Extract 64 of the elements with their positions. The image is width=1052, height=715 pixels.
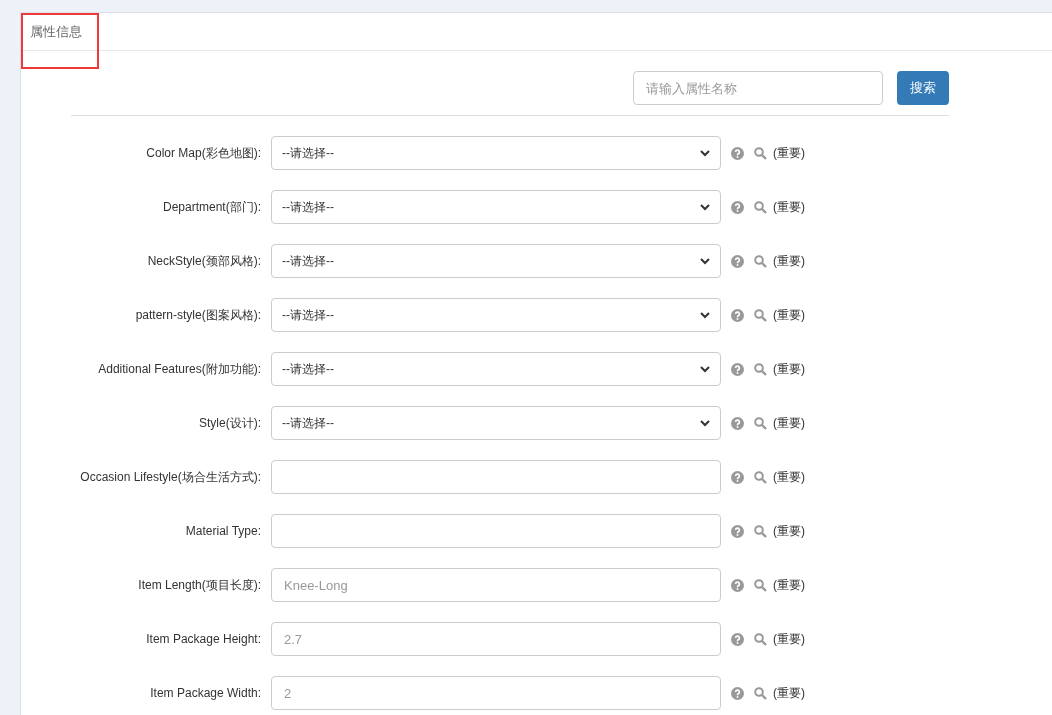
help-icon[interactable] [731, 362, 744, 376]
importance-note: (重要) [773, 361, 805, 378]
importance-note: (重要) [773, 577, 805, 594]
search-icon[interactable] [754, 362, 767, 376]
search-icon[interactable] [754, 578, 767, 592]
field-label: Additional Features(附加功能): [97, 361, 262, 378]
input-field[interactable] [271, 514, 721, 548]
input-field[interactable]: 2 [271, 676, 721, 710]
search-icon[interactable] [754, 254, 767, 268]
field-label: Material Type: [184, 523, 262, 540]
search-icon[interactable] [754, 308, 767, 322]
importance-note: (重要) [773, 199, 805, 216]
help-icon[interactable] [731, 308, 744, 322]
importance-note: (重要) [773, 253, 805, 270]
help-icon[interactable] [731, 524, 744, 538]
field-label: Style(设计): [198, 415, 262, 432]
chevron-down-icon [700, 257, 710, 265]
chevron-down-icon [700, 203, 710, 211]
field-label: Occasion Lifestyle(场合生活方式): [79, 469, 262, 486]
search-icon[interactable] [754, 146, 767, 160]
search-icon[interactable] [754, 200, 767, 214]
dropdown[interactable]: --请选择-- [271, 352, 721, 386]
search-icon[interactable] [754, 524, 767, 538]
input-field[interactable] [271, 460, 721, 494]
input-field[interactable]: Knee-Long [271, 568, 721, 602]
importance-note: (重要) [773, 631, 805, 648]
help-icon[interactable] [731, 632, 744, 646]
search-field[interactable]: 请输入属性名称 [633, 71, 883, 105]
field-label: pattern-style(图案风格): [134, 307, 262, 324]
chevron-down-icon [700, 419, 710, 427]
panel-title: 属性信息 [30, 22, 82, 41]
importance-note: (重要) [773, 469, 805, 486]
input-field[interactable]: 2.7 [271, 622, 721, 656]
dropdown[interactable]: --请选择-- [271, 190, 721, 224]
help-icon[interactable] [731, 578, 744, 592]
help-icon[interactable] [731, 416, 744, 430]
importance-note: (重要) [773, 307, 805, 324]
search-icon[interactable] [754, 416, 767, 430]
search-button[interactable]: 搜索 [897, 71, 949, 105]
field-label: Item Length(项目长度): [137, 577, 262, 594]
dropdown[interactable]: --请选择-- [271, 406, 721, 440]
search-icon[interactable] [754, 470, 767, 484]
dropdown[interactable]: --请选择-- [271, 136, 721, 170]
help-icon[interactable] [731, 686, 744, 700]
search-icon[interactable] [754, 632, 767, 646]
importance-note: (重要) [773, 685, 805, 702]
chevron-down-icon [700, 311, 710, 319]
field-label: Color Map(彩色地图): [145, 145, 262, 162]
search-icon[interactable] [754, 686, 767, 700]
importance-note: (重要) [773, 523, 805, 540]
dropdown[interactable]: --请选择-- [271, 244, 721, 278]
field-label: NeckStyle(颈部风格): [146, 253, 262, 270]
chevron-down-icon [700, 149, 710, 157]
help-icon[interactable] [731, 254, 744, 268]
field-label: Item Package Width: [149, 685, 262, 702]
importance-note: (重要) [773, 415, 805, 432]
help-icon[interactable] [731, 470, 744, 484]
dropdown[interactable]: --请选择-- [271, 298, 721, 332]
field-label: Department(部门): [161, 199, 262, 216]
chevron-down-icon [700, 365, 710, 373]
field-label: Item Package Height: [145, 631, 262, 648]
help-icon[interactable] [731, 200, 744, 214]
help-icon[interactable] [731, 146, 744, 160]
importance-note: (重要) [773, 145, 805, 162]
